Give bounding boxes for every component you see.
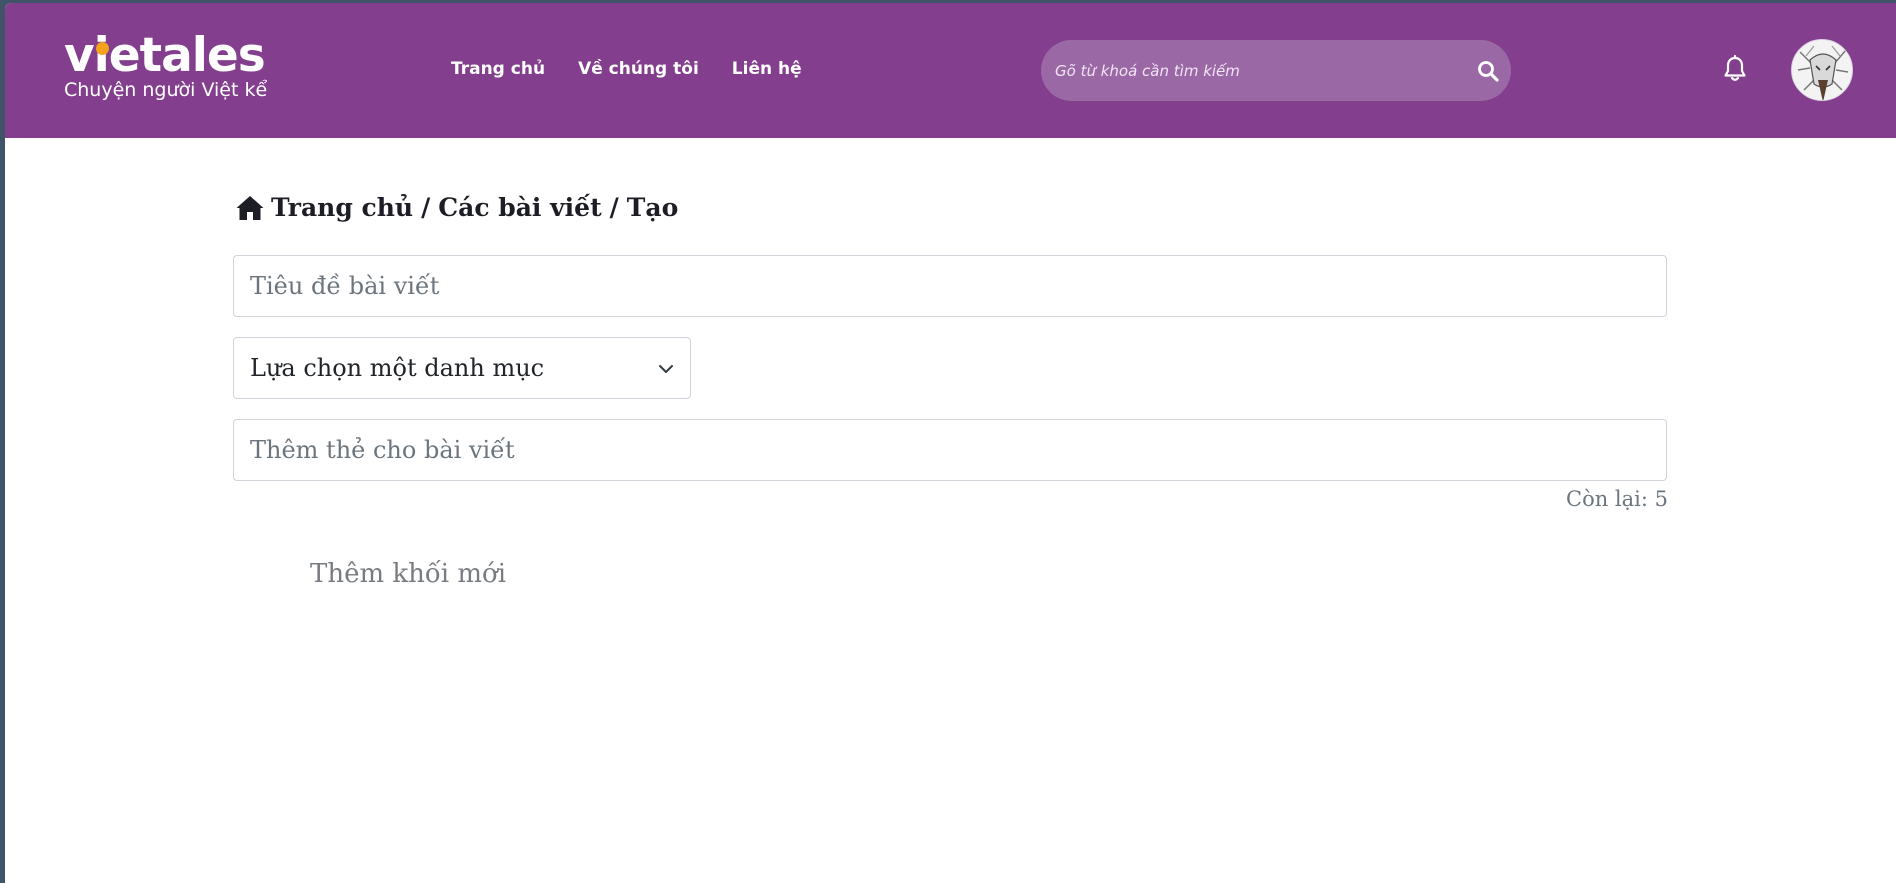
category-select-value: Lựa chọn một danh mục <box>250 354 545 382</box>
avatar[interactable] <box>1791 39 1853 101</box>
breadcrumb-current: Tạo <box>626 193 679 222</box>
logo-dot <box>96 42 109 55</box>
site-logo[interactable]: vietales Chuyện người Việt kể <box>64 28 267 102</box>
main-nav: Trang chủ Về chúng tôi Liên hệ <box>451 59 802 79</box>
home-icon[interactable] <box>235 194 265 222</box>
site-header: vietales Chuyện người Việt kể Trang chủ … <box>5 3 1896 138</box>
chevron-down-icon <box>659 365 673 373</box>
tags-remaining-count: Còn lại: 5 <box>1566 487 1668 511</box>
avatar-image <box>1792 40 1852 100</box>
nav-home[interactable]: Trang chủ <box>451 59 545 79</box>
breadcrumb: Trang chủ / Các bài viết / Tạo <box>235 193 678 222</box>
post-tags-input[interactable] <box>233 419 1667 481</box>
nav-contact[interactable]: Liên hệ <box>732 59 802 79</box>
breadcrumb-home[interactable]: Trang chủ <box>271 193 413 222</box>
bell-icon[interactable] <box>1722 55 1748 83</box>
search-icon[interactable] <box>1476 59 1500 83</box>
breadcrumb-separator: / <box>421 193 431 222</box>
breadcrumb-posts[interactable]: Các bài viết <box>438 193 601 222</box>
category-select[interactable]: Lựa chọn một danh mục <box>233 337 691 399</box>
logo-wordmark: vietales <box>64 28 266 83</box>
nav-about[interactable]: Về chúng tôi <box>578 59 699 79</box>
search-input[interactable] <box>1055 40 1455 101</box>
browser-page: vietales Chuyện người Việt kể Trang chủ … <box>5 3 1896 883</box>
search-bar <box>1041 40 1511 101</box>
post-title-input[interactable] <box>233 255 1667 317</box>
add-block-editor[interactable]: Thêm khối mới <box>310 559 506 589</box>
breadcrumb-separator: / <box>609 193 619 222</box>
